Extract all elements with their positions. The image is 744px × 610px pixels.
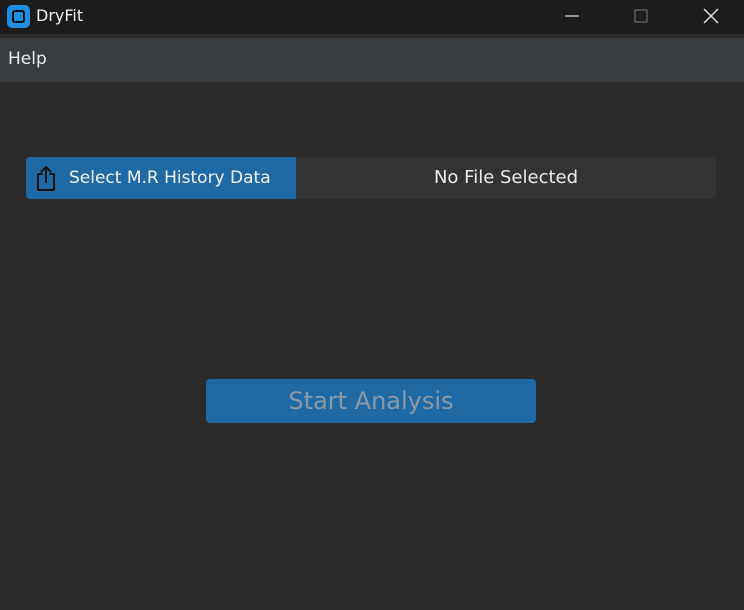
app-icon bbox=[7, 5, 30, 28]
close-button[interactable] bbox=[688, 0, 734, 32]
menu-item-help[interactable]: Help bbox=[8, 49, 47, 69]
app-window: DryFit Help Select M.R History Data No F… bbox=[0, 0, 744, 610]
upload-icon bbox=[37, 166, 55, 191]
minimize-icon bbox=[565, 15, 579, 17]
app-icon-glyph bbox=[12, 10, 25, 23]
start-analysis-button[interactable]: Start Analysis bbox=[206, 379, 536, 423]
maximize-button[interactable] bbox=[618, 0, 664, 32]
select-file-label: Select M.R History Data bbox=[69, 168, 271, 188]
close-icon bbox=[703, 8, 719, 24]
window-title: DryFit bbox=[36, 6, 84, 25]
title-bar: DryFit bbox=[0, 0, 744, 34]
minimize-button[interactable] bbox=[549, 0, 595, 32]
maximize-icon bbox=[634, 9, 648, 23]
file-selector: Select M.R History Data No File Selected bbox=[26, 157, 716, 199]
file-status-text: No File Selected bbox=[433, 167, 579, 188]
menu-bar: Help bbox=[0, 38, 744, 82]
select-file-button[interactable]: Select M.R History Data bbox=[26, 157, 296, 199]
